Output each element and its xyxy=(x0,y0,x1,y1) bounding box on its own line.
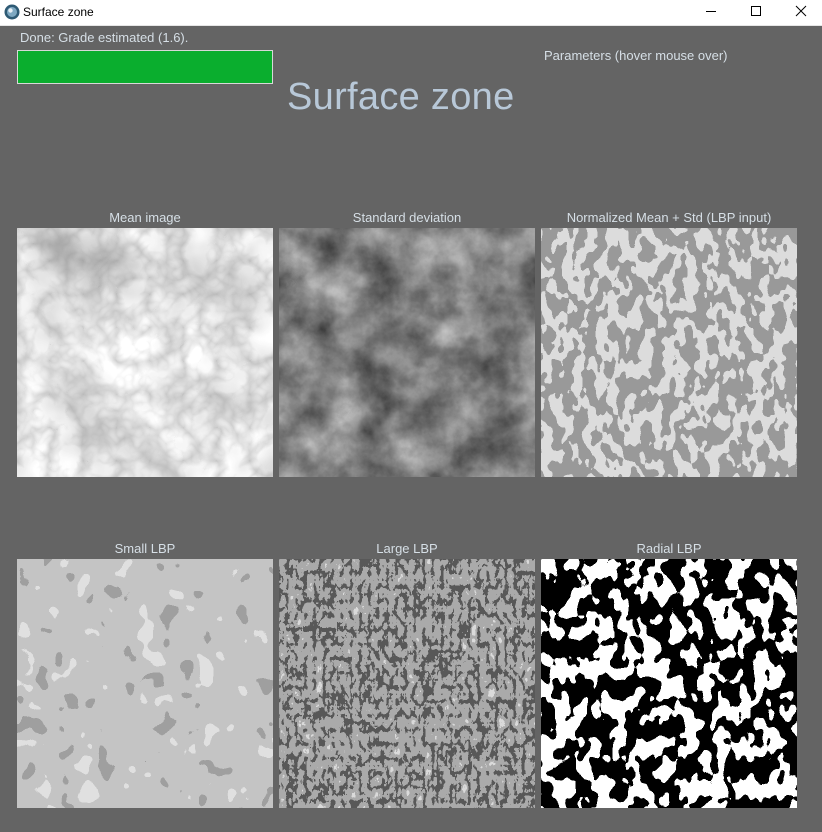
status-text: Done: Grade estimated (1.6). xyxy=(20,30,189,45)
parameters-hover-label[interactable]: Parameters (hover mouse over) xyxy=(544,48,728,63)
close-icon xyxy=(795,4,807,22)
small-lbp-image xyxy=(17,559,273,808)
progress-bar xyxy=(17,50,273,84)
page-title: Surface zone xyxy=(287,76,515,118)
maximize-icon xyxy=(750,4,762,22)
close-button[interactable] xyxy=(778,0,822,26)
window-title: Surface zone xyxy=(23,5,94,19)
mean-image-label: Mean image xyxy=(109,210,181,225)
large-lbp-label: Large LBP xyxy=(376,541,438,556)
minimize-icon xyxy=(705,4,717,22)
progress-fill xyxy=(18,51,272,83)
normalized-mean-std-label: Normalized Mean + Std (LBP input) xyxy=(566,210,772,225)
standard-deviation-label: Standard deviation xyxy=(352,210,462,225)
small-lbp-panel xyxy=(17,559,273,808)
mean-image-panel xyxy=(17,228,273,477)
maximize-button[interactable] xyxy=(733,0,779,26)
app-icon xyxy=(4,4,20,20)
mean-image xyxy=(17,228,273,477)
standard-deviation-panel xyxy=(279,228,535,477)
radial-lbp-label: Radial LBP xyxy=(636,541,702,556)
small-lbp-label: Small LBP xyxy=(114,541,176,556)
standard-deviation-image xyxy=(279,228,535,477)
large-lbp-image xyxy=(279,559,535,808)
large-lbp-panel xyxy=(279,559,535,808)
normalized-mean-std-image xyxy=(541,228,797,477)
normalized-mean-std-panel xyxy=(541,228,797,477)
window-titlebar: Surface zone xyxy=(0,0,822,26)
radial-lbp-image xyxy=(541,559,797,808)
radial-lbp-panel xyxy=(541,559,797,808)
minimize-button[interactable] xyxy=(688,0,734,26)
